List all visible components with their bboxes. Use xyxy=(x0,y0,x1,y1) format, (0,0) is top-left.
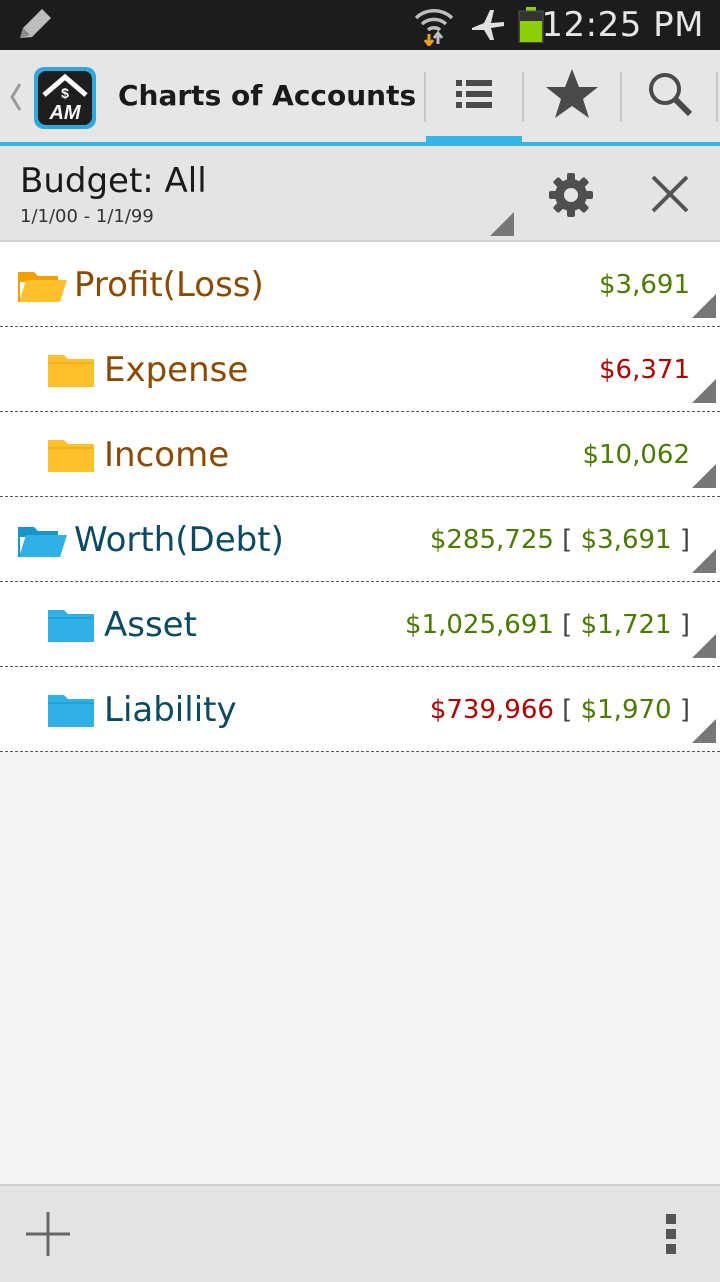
account-balance: $1,025,691 [ $1,721 ] xyxy=(405,610,690,640)
account-name: Liability xyxy=(104,690,237,730)
list-item[interactable]: Profit(Loss) $3,691 xyxy=(0,242,720,327)
account-name: Worth(Debt) xyxy=(74,520,284,560)
folder-icon xyxy=(48,693,94,733)
list-item[interactable]: Income $10,062 xyxy=(0,412,720,497)
budget-filter[interactable]: Budget: All 1/1/00 - 1/1/99 xyxy=(0,146,720,242)
action-bar: $ AM Charts of Accounts xyxy=(0,50,720,146)
airplane-icon xyxy=(470,8,506,46)
account-balance: $3,691 xyxy=(599,270,690,300)
dropdown-corner-icon xyxy=(490,212,514,240)
divider xyxy=(716,72,718,122)
gear-icon[interactable] xyxy=(548,172,594,222)
account-balance: $6,371 xyxy=(599,355,690,385)
account-balance: $10,062 xyxy=(582,440,690,470)
wifi-icon xyxy=(414,6,454,50)
account-name: Expense xyxy=(104,350,249,390)
search-icon xyxy=(646,70,694,122)
app-logo[interactable]: $ AM xyxy=(32,65,98,135)
budget-date-range: 1/1/00 - 1/1/99 xyxy=(20,206,154,227)
overflow-menu-icon[interactable] xyxy=(664,1212,680,1260)
account-name: Asset xyxy=(104,605,197,645)
budget-label: Budget: All xyxy=(20,161,207,201)
pencil-icon xyxy=(14,6,56,48)
dropdown-corner-icon xyxy=(692,719,716,747)
list-icon xyxy=(454,76,494,116)
star-icon xyxy=(544,67,600,125)
dropdown-corner-icon xyxy=(692,464,716,492)
account-name: Profit(Loss) xyxy=(74,265,264,305)
account-balance: $285,725 [ $3,691 ] xyxy=(429,525,690,555)
tab-list[interactable] xyxy=(426,50,522,146)
list-item[interactable]: Expense $6,371 xyxy=(0,327,720,412)
svg-text:$: $ xyxy=(61,85,69,101)
folder-open-icon xyxy=(18,268,68,308)
svg-text:AM: AM xyxy=(48,102,81,124)
close-icon[interactable] xyxy=(650,174,690,218)
folder-icon xyxy=(48,438,94,478)
tab-favorites[interactable] xyxy=(524,50,620,142)
tab-search[interactable] xyxy=(622,50,718,142)
clock: 12:25 PM xyxy=(541,5,704,45)
dropdown-corner-icon xyxy=(692,634,716,662)
status-bar: 12:25 PM xyxy=(0,0,720,50)
list-item[interactable]: Worth(Debt) $285,725 [ $3,691 ] xyxy=(0,497,720,582)
battery-icon xyxy=(518,7,544,47)
bottom-bar xyxy=(0,1184,720,1282)
account-balance: $739,966 [ $1,970 ] xyxy=(429,695,690,725)
folder-icon xyxy=(48,353,94,393)
account-list: Profit(Loss) $3,691 Expense $6,371 Incom… xyxy=(0,242,720,752)
page-title: Charts of Accounts xyxy=(118,79,417,112)
add-icon[interactable] xyxy=(24,1210,72,1262)
folder-open-icon xyxy=(18,523,68,563)
dropdown-corner-icon xyxy=(692,549,716,577)
list-item[interactable]: Asset $1,025,691 [ $1,721 ] xyxy=(0,582,720,667)
account-name: Income xyxy=(104,435,230,475)
dropdown-corner-icon xyxy=(692,294,716,322)
folder-icon xyxy=(48,608,94,648)
list-item[interactable]: Liability $739,966 [ $1,970 ] xyxy=(0,667,720,752)
dropdown-corner-icon xyxy=(692,379,716,407)
up-chevron-icon[interactable] xyxy=(6,80,24,118)
